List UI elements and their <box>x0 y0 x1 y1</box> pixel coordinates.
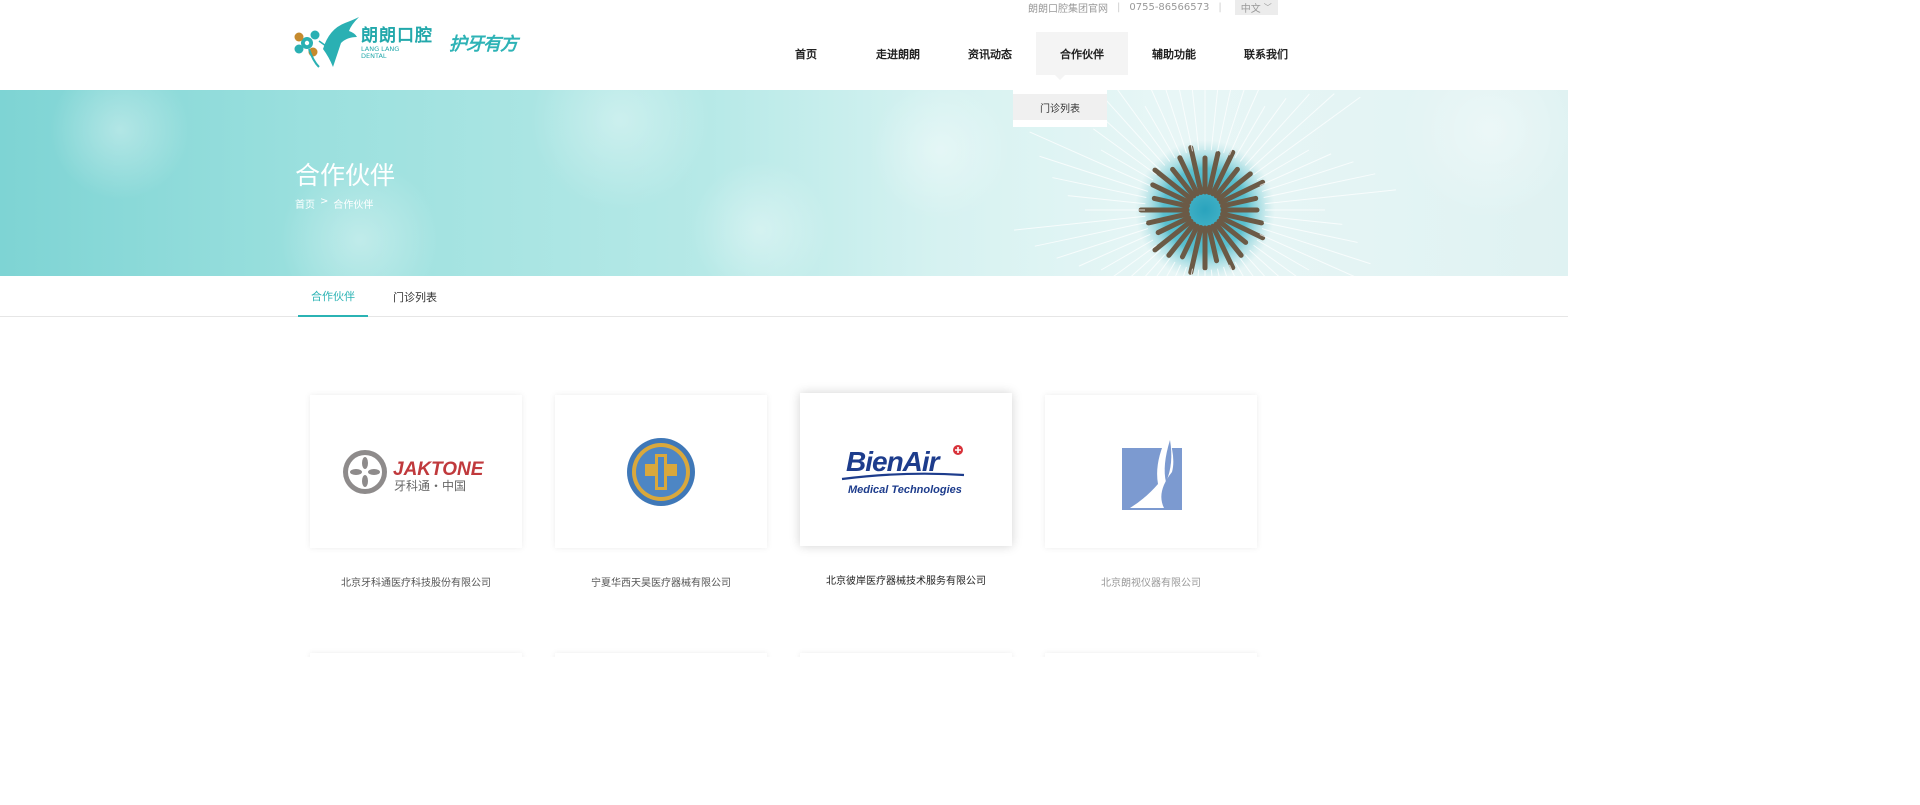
partner-card-langshi[interactable] <box>1045 395 1257 548</box>
dandelion-fluff <box>1253 96 1361 176</box>
page-title: 合作伙伴 <box>295 161 396 190</box>
partner-card-row2[interactable] <box>800 653 1012 657</box>
partner-name[interactable]: 宁夏华西天昊医疗器械有限公司 <box>555 574 767 589</box>
dandelion-fluff <box>1261 161 1354 192</box>
partner-logo-text: JAKTONE <box>393 459 485 480</box>
partner-name[interactable]: 北京朗视仪器有限公司 <box>1045 574 1257 589</box>
breadcrumb-home-link[interactable]: 首页 <box>295 196 315 211</box>
hummingbird-flower-logo-icon <box>294 17 359 68</box>
divider: | <box>1218 2 1222 13</box>
logo-name-en-2: DENTAL <box>361 51 387 60</box>
breadcrumb: 首页 > 合作伙伴 <box>295 196 373 211</box>
nav-item-about[interactable]: 走进朗朗 <box>852 32 944 75</box>
nav-item-home[interactable]: 首页 <box>760 32 852 75</box>
nav-item-accessibility[interactable]: 辅助功能 <box>1128 32 1220 75</box>
language-label: 中文 <box>1240 4 1261 15</box>
partner-logo-text: BienAir <box>846 446 942 477</box>
dandelion-fluff <box>1052 177 1147 199</box>
huaxi-emblem-icon <box>627 437 695 506</box>
dandelion-fluff <box>1239 98 1287 162</box>
site-logo[interactable]: 朗朗口腔 LANG LANG DENTAL 护牙有方 <box>293 15 523 70</box>
nav-item-news[interactable]: 资讯动态 <box>944 32 1036 75</box>
sub-tabs: 合作伙伴 门诊列表 <box>0 276 1568 317</box>
chevron-down-icon: ﹀ <box>1263 3 1272 12</box>
dandelion-fluff <box>1244 93 1310 166</box>
langshi-logo-icon <box>1122 433 1182 510</box>
nav-item-partners[interactable]: 合作伙伴 <box>1036 32 1128 75</box>
dandelion-fluff <box>1228 90 1259 156</box>
jaktone-logo-icon: JAKTONE 牙科通・中国 <box>343 449 485 494</box>
bienair-logo-icon: BienAir Medical Technologies <box>841 444 965 496</box>
logo-wordmark: 朗朗口腔 LANG LANG DENTAL <box>361 26 433 60</box>
dandelion-fluff <box>1130 249 1161 276</box>
dandelion-fluff <box>1264 215 1343 225</box>
top-utility-bar: 朗朗口腔集团官网 | 0755-86566573 | 中文 ﹀ <box>1028 0 1278 15</box>
partner-logo-sub: 牙科通・中国 <box>394 478 466 493</box>
partner-card-row2[interactable] <box>310 653 522 657</box>
dandelion-fluff <box>1253 244 1297 276</box>
dandelion-fluff <box>1093 128 1157 176</box>
breadcrumb-separator: > <box>320 196 329 207</box>
partner-card-row2[interactable] <box>555 653 767 657</box>
dandelion-fluff <box>1151 90 1182 156</box>
dandelion-fluff <box>1259 233 1355 276</box>
main-nav: 首页 走进朗朗 资讯动态 合作伙伴 辅助功能 联系我们 <box>760 32 1312 75</box>
dandelion-fluff <box>1113 244 1157 276</box>
official-site-link[interactable]: 朗朗口腔集团官网 <box>1028 0 1108 15</box>
page: 朗朗口腔集团官网 | 0755-86566573 | 中文 ﹀ 朗朗口腔 LAN… <box>0 0 1568 657</box>
partners-dropdown: 门诊列表 <box>1013 90 1107 127</box>
logo-slogan: 护牙有方 <box>449 33 518 55</box>
dandelion-fluff <box>1013 215 1146 231</box>
partner-name[interactable]: 北京牙科通医疗科技股份有限公司 <box>310 574 522 589</box>
phone-number: 0755-86566573 <box>1129 2 1210 13</box>
nav-item-contact[interactable]: 联系我们 <box>1220 32 1312 75</box>
dandelion-fluff <box>1244 254 1266 276</box>
partner-card-jaktone[interactable]: JAKTONE 牙科通・中国 <box>310 395 522 548</box>
partner-card-row2[interactable] <box>1045 653 1257 657</box>
dandelion-fluff <box>1056 228 1149 259</box>
partner-card-bienair[interactable]: BienAir Medical Technologies <box>800 393 1012 546</box>
dandelion-fluff <box>1264 189 1397 205</box>
partner-logo-sub: Medical Technologies <box>848 484 962 496</box>
tab-partners[interactable]: 合作伙伴 <box>298 276 368 317</box>
logo-name-cn: 朗朗口腔 <box>361 25 433 46</box>
divider: | <box>1117 2 1121 13</box>
dandelion-fluff <box>1067 195 1146 205</box>
dandelion-fluff <box>1263 221 1358 243</box>
language-selector[interactable]: 中文 ﹀ <box>1234 0 1278 15</box>
nav-active-caret <box>1055 75 1065 80</box>
dandelion-banner-image <box>50 90 1568 276</box>
partner-card-huaxi[interactable] <box>555 395 767 548</box>
page-banner: 合作伙伴 首页 > 合作伙伴 <box>0 90 1568 276</box>
partner-name[interactable]: 北京彼岸医疗器械技术服务有限公司 <box>800 572 1012 587</box>
tab-clinic-list[interactable]: 门诊列表 <box>382 276 448 317</box>
dropdown-item-clinic-list[interactable]: 门诊列表 <box>1013 94 1107 120</box>
breadcrumb-current: 合作伙伴 <box>333 200 374 211</box>
